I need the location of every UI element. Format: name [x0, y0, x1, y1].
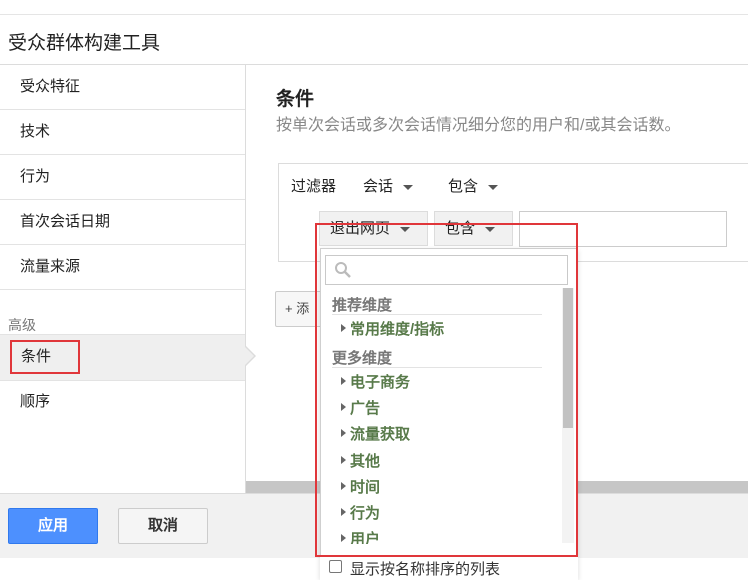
top-divider [0, 14, 748, 15]
chevron-down-icon [403, 184, 414, 190]
filter-mode-select[interactable]: 包含 [448, 175, 499, 196]
dropdown-item-label: 常用维度/指标 [350, 321, 445, 338]
dropdown-item-ads[interactable]: 广告 [341, 397, 380, 418]
dropdown-item-users[interactable]: 用户 [341, 528, 380, 544]
sidebar-item-demographics[interactable]: 受众特征 [0, 65, 245, 110]
expand-triangle-icon [341, 324, 346, 332]
expand-triangle-icon [341, 403, 346, 411]
sidebar-section-advanced: 高级 [8, 317, 36, 333]
expand-triangle-icon [341, 456, 346, 464]
divider [332, 314, 542, 315]
chevron-down-icon [485, 226, 496, 232]
operator-select[interactable]: 包含 [434, 211, 513, 246]
dropdown-item-label: 电子商务 [350, 374, 411, 391]
dropdown-item-ecommerce[interactable]: 电子商务 [341, 371, 410, 392]
expand-triangle-icon [341, 429, 346, 437]
expand-triangle-icon [341, 534, 346, 542]
sort-by-name-label: 显示按名称排序的列表 [350, 561, 501, 578]
dropdown-item-label: 广告 [350, 400, 381, 417]
operator-value: 包含 [445, 220, 476, 237]
active-pointer-arrow [244, 345, 256, 367]
sidebar-item-conditions[interactable]: 条件 [10, 340, 80, 374]
dropdown-scrollbar-thumb[interactable] [563, 288, 573, 428]
section-description: 按单次会话或多次会话情况细分您的用户和/或其会话数。 [276, 117, 681, 134]
dropdown-item-other[interactable]: 其他 [341, 450, 380, 471]
dropdown-item-label: 时间 [350, 479, 381, 496]
sidebar-item-first-session-date[interactable]: 首次会话日期 [0, 200, 245, 245]
add-filter-button[interactable]: + 添加 [275, 291, 323, 327]
dropdown-item-behavior[interactable]: 行为 [341, 502, 380, 523]
filter-label: 过滤器 [291, 178, 337, 195]
dropdown-group-recommended: 推荐维度 [332, 297, 393, 314]
dropdown-item-label: 用户 [350, 531, 381, 544]
chevron-down-icon [400, 226, 411, 232]
expand-triangle-icon [341, 377, 346, 385]
sidebar-item-traffic-sources[interactable]: 流量来源 [0, 245, 245, 290]
dropdown-item-common-dimensions[interactable]: 常用维度/指标 [341, 318, 444, 339]
cancel-button[interactable]: 取消 [118, 508, 208, 544]
sidebar: 受众特征 技术 行为 首次会话日期 流量来源 高级 条件 顺序 [0, 65, 246, 493]
apply-button[interactable]: 应用 [8, 508, 98, 544]
dropdown-item-label: 其他 [350, 453, 381, 470]
dropdown-item-label: 流量获取 [350, 426, 411, 443]
dropdown-item-time[interactable]: 时间 [341, 476, 380, 497]
sidebar-item-behavior[interactable]: 行为 [0, 155, 245, 200]
dropdown-item-label: 行为 [350, 505, 381, 522]
sidebar-item-sequences[interactable]: 顺序 [0, 380, 245, 424]
dropdown-search-input[interactable] [325, 255, 568, 285]
filter-scope-select[interactable]: 会话 [363, 175, 414, 196]
dimension-value: 退出网页 [330, 220, 391, 237]
divider [332, 367, 542, 368]
filter-scope-value: 会话 [363, 178, 394, 195]
page-title: 受众群体构建工具 [8, 33, 161, 54]
sort-by-name-checkbox[interactable] [329, 560, 342, 573]
expand-triangle-icon [341, 508, 346, 516]
filter-mode-value: 包含 [448, 178, 479, 195]
dropdown-group-more: 更多维度 [332, 350, 393, 367]
dropdown-item-acquisition[interactable]: 流量获取 [341, 423, 410, 444]
section-title: 条件 [276, 89, 315, 110]
sidebar-item-technology[interactable]: 技术 [0, 110, 245, 155]
dropdown-list: 推荐维度 常用维度/指标 更多维度 电子商务 广告 流量获取 其他 时间 行为 … [320, 286, 562, 544]
search-icon [335, 262, 351, 278]
filter-value-input[interactable] [519, 211, 727, 247]
chevron-down-icon [488, 184, 499, 190]
dimension-select[interactable]: 退出网页 [319, 211, 428, 246]
expand-triangle-icon [341, 482, 346, 490]
